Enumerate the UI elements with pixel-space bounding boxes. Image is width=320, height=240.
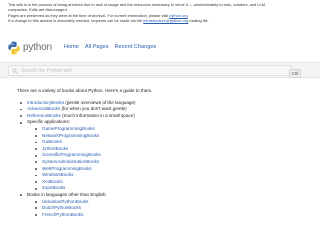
- advanced-books-link[interactable]: AdvancedBooks: [27, 106, 60, 111]
- sub-link[interactable]: GameProgrammingBooks: [42, 126, 95, 131]
- notice-line-3-end: .: [187, 12, 189, 18]
- list-item: GameProgrammingBooks: [35, 126, 320, 133]
- sub-link[interactable]: GuiBooks: [42, 139, 62, 144]
- other-languages-label: Books in languages other than English:: [27, 191, 107, 197]
- sub-link[interactable]: WebProgrammingBooks: [42, 166, 92, 171]
- list-item: WindowsBooks: [35, 172, 320, 179]
- list-item: WebProgrammingBooks: [35, 166, 320, 173]
- list-item: ScientificProgrammingBooks: [35, 152, 320, 159]
- sub-link[interactable]: XmlBooks: [42, 179, 63, 184]
- list-item: FrenchPythonBooks: [35, 212, 320, 219]
- list-item: UkrainianPythonBooks: [35, 199, 320, 206]
- list-item: JythonBooks: [35, 146, 320, 153]
- sub-link[interactable]: ZopeBooks: [42, 185, 65, 190]
- specific-applications-label: Specific applications:: [27, 119, 70, 125]
- list-item: ZopeBooks: [35, 185, 320, 192]
- site-header: python Home All Pages Recent Changes: [0, 38, 320, 58]
- page-content: There are a variety of books about Pytho…: [0, 86, 320, 240]
- logo-wordmark: python: [23, 42, 52, 53]
- sub-link[interactable]: ScientificProgrammingBooks: [42, 152, 101, 157]
- sub-link[interactable]: FrenchPythonBooks: [42, 212, 83, 217]
- archive-notice: This wiki is in the process of being arc…: [0, 0, 320, 36]
- other-languages-list: UkrainianPythonBooks DutchPythonBooks Fr…: [35, 199, 320, 219]
- list-item: DutchPythonBooks: [35, 205, 320, 212]
- intro-text: There are a variety of books about Pytho…: [17, 88, 153, 93]
- nav-home[interactable]: Home: [64, 43, 79, 51]
- list-item: GuiBooks: [35, 139, 320, 146]
- python-logo-icon: [8, 41, 20, 55]
- sub-link[interactable]: NetworkProgrammingBooks: [42, 133, 99, 138]
- search-placeholder: Search the Python wiki: [21, 68, 72, 74]
- book-category-list: IntroductoryBooks (gentle overviews of t…: [17, 100, 320, 219]
- list-item: Specific applications: GameProgrammingBo…: [17, 119, 320, 192]
- sub-link[interactable]: SystemAdministrationBooks: [42, 159, 99, 164]
- search-shortcut-button[interactable]: Ctrl: [289, 69, 301, 78]
- list-item-note: (gentle overviews of the language): [64, 99, 136, 105]
- sub-link[interactable]: WindowsBooks: [42, 172, 73, 177]
- list-item: Books in languages other than English: U…: [17, 192, 320, 218]
- notice-line-4-text: If a change to this archive is absolutel…: [8, 18, 144, 24]
- python-org-link[interactable]: python.org: [169, 13, 187, 18]
- notice-line-4: If a change to this archive is absolutel…: [8, 18, 312, 23]
- introductory-books-link[interactable]: IntroductoryBooks: [27, 100, 64, 105]
- nav-all-pages[interactable]: All Pages: [85, 43, 109, 51]
- list-item: IntroductoryBooks (gentle overviews of t…: [17, 100, 320, 107]
- list-item: ReferenceBooks (much information in a sm…: [17, 113, 320, 120]
- sub-link[interactable]: DutchPythonBooks: [42, 205, 81, 210]
- search-icon: [12, 68, 18, 74]
- notice-line-3-text: Pages are preserved as they were at the …: [8, 12, 170, 18]
- list-item-note: (much information in a small space): [60, 112, 135, 118]
- sub-link[interactable]: JythonBooks: [42, 146, 68, 151]
- infrastructure-email-link[interactable]: infrastructure@python.org: [143, 18, 188, 23]
- nav-recent-changes[interactable]: Recent Changes: [115, 43, 157, 51]
- list-item-note: (for when you don't want gentle): [60, 106, 127, 112]
- notice-line-4-end: mailing list.: [188, 18, 209, 24]
- list-item: SystemAdministrationBooks: [35, 159, 320, 166]
- list-item: NetworkProgrammingBooks: [35, 133, 320, 140]
- sub-link[interactable]: UkrainianPythonBooks: [42, 199, 88, 204]
- search-input[interactable]: Search the Python wiki Ctrl: [8, 65, 301, 78]
- list-item: XmlBooks: [35, 179, 320, 186]
- reference-books-link[interactable]: ReferenceBooks: [27, 113, 61, 118]
- list-item: AdvancedBooks (for when you don't want g…: [17, 106, 320, 113]
- specific-applications-list: GameProgrammingBooks NetworkProgrammingB…: [35, 126, 320, 192]
- top-nav: Home All Pages Recent Changes: [64, 43, 156, 51]
- search-bar: Search the Python wiki Ctrl: [0, 62, 320, 78]
- python-logo[interactable]: python: [7, 41, 57, 55]
